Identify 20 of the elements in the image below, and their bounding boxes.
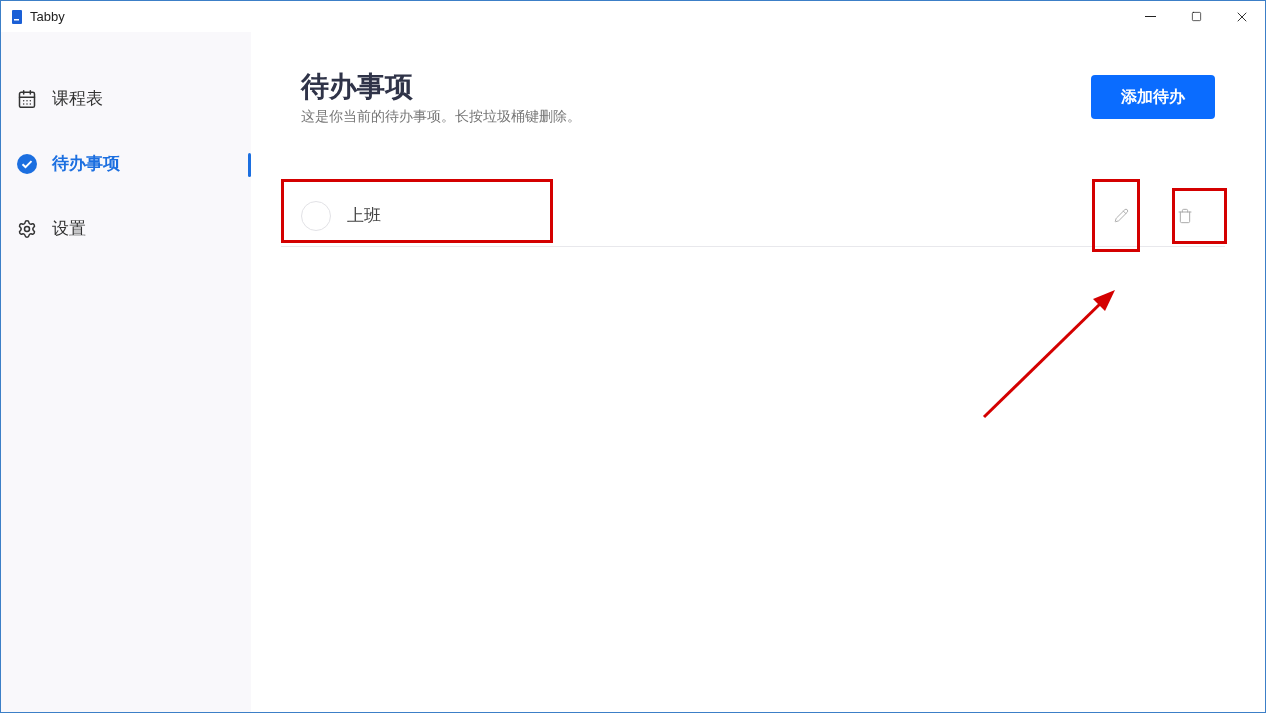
todo-text: 上班 — [347, 204, 381, 227]
pencil-icon — [1114, 208, 1129, 223]
window-title: Tabby — [30, 7, 65, 26]
sidebar-item[interactable]: 设置 — [1, 196, 251, 261]
settings-icon — [17, 218, 37, 239]
check-circle-icon — [17, 153, 37, 174]
app-logo-icon — [12, 9, 22, 24]
sidebar-item[interactable]: 课程表 — [1, 66, 251, 131]
page-title: 待办事项 — [301, 70, 414, 104]
page-subtitle: 这是你当前的待办事项。长按垃圾桶键删除。 — [301, 107, 581, 126]
maximize-icon — [1190, 11, 1202, 22]
add-todo-button[interactable]: 添加待办 — [1091, 75, 1215, 119]
todo-checkbox[interactable] — [301, 200, 331, 231]
highlight-frame — [1172, 188, 1227, 244]
trash-icon — [1177, 207, 1193, 224]
calendar-icon — [17, 88, 37, 109]
edit-button[interactable] — [1112, 206, 1131, 225]
active-indicator — [248, 153, 251, 177]
minimize-icon — [1144, 16, 1156, 17]
sidebar-item[interactable]: 待办事项 — [1, 131, 251, 196]
